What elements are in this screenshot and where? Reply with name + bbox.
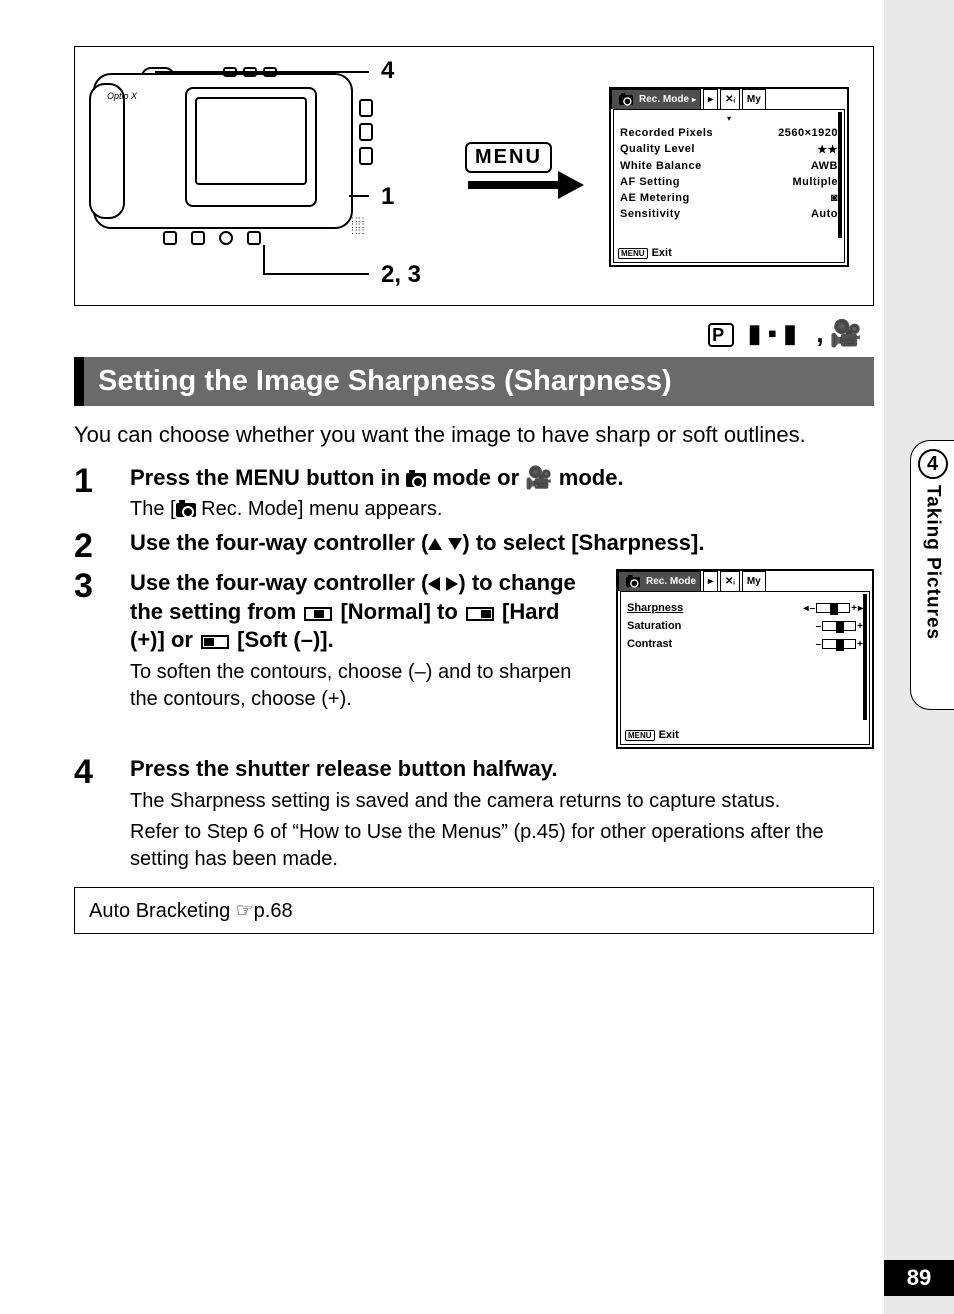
step-1: 1 Press the MENU button in mode or 🎥 mod… bbox=[74, 464, 874, 524]
filmstrip-icon: ▮▪▮ bbox=[747, 318, 803, 348]
camera-icon bbox=[626, 577, 640, 587]
intro-text: You can choose whether you want the imag… bbox=[74, 420, 874, 450]
step-2: 2 Use the four-way controller ( ) to sel… bbox=[74, 529, 874, 563]
right-arrow-icon bbox=[446, 577, 458, 591]
section-heading: Setting the Image Sharpness (Sharpness) bbox=[74, 357, 874, 406]
step-4: 4 Press the shutter release button halfw… bbox=[74, 755, 874, 873]
step-3: 3 Use the four-way controller ( ) to cha… bbox=[74, 569, 874, 749]
sharpness-soft-icon bbox=[201, 635, 229, 649]
callout-1: 1 bbox=[381, 183, 394, 211]
page-number: 89 bbox=[884, 1260, 954, 1296]
chapter-title: Taking Pictures bbox=[922, 485, 944, 640]
setup-icon: ✕ᵢ bbox=[725, 94, 735, 105]
page-content: Optio X ∷∷∷∷∷∷ 4 1 2, 3 MENU Rec. Mode▸ bbox=[74, 46, 874, 934]
mode-icons-row: P ▮▪▮ ,🎥 bbox=[74, 318, 868, 349]
camera-icon bbox=[619, 95, 633, 105]
capture-mode-icon bbox=[406, 473, 426, 487]
top-figure: Optio X ∷∷∷∷∷∷ 4 1 2, 3 MENU Rec. Mode▸ bbox=[74, 46, 874, 306]
camera-logo: Optio X bbox=[107, 91, 137, 101]
sharpness-hard-icon bbox=[466, 607, 494, 621]
lcd-rec-mode-menu: Rec. Mode▸ ▸ ✕ᵢ My ▾ Recorded Pixels2560… bbox=[609, 87, 849, 267]
page-ref: ☞p.68 bbox=[236, 900, 293, 922]
down-arrow-icon bbox=[448, 538, 462, 550]
callout-4: 4 bbox=[381, 57, 394, 85]
cross-reference-box: Auto Bracketing ☞p.68 bbox=[74, 887, 874, 934]
manual-page: 4 Taking Pictures 89 Optio X ∷∷∷∷∷∷ 4 1 bbox=[0, 0, 954, 1314]
setup-icon: ✕ᵢ bbox=[725, 576, 735, 587]
play-icon: ▸ bbox=[708, 94, 713, 105]
callout-2-3: 2, 3 bbox=[381, 261, 421, 289]
chapter-thumb-tab: 4 Taking Pictures bbox=[910, 440, 954, 710]
program-mode-icon: P bbox=[708, 323, 734, 347]
left-arrow-icon bbox=[428, 577, 440, 591]
movie-mode-icon: ,🎥 bbox=[816, 318, 868, 349]
lcd-sharpness-menu: Rec. Mode ▸ ✕ᵢ My Sharpness ◂–+▸ Satura bbox=[616, 569, 874, 749]
camera-illustration: Optio X ∷∷∷∷∷∷ bbox=[93, 73, 373, 243]
movie-mode-icon: 🎥 bbox=[525, 464, 552, 493]
chapter-number: 4 bbox=[918, 449, 948, 479]
capture-mode-icon bbox=[176, 503, 196, 517]
play-icon: ▸ bbox=[708, 576, 713, 587]
menu-button-badge: MENU bbox=[465, 142, 552, 173]
up-arrow-icon bbox=[428, 538, 442, 550]
arrow-icon bbox=[468, 175, 588, 195]
sharpness-normal-icon bbox=[304, 607, 332, 621]
